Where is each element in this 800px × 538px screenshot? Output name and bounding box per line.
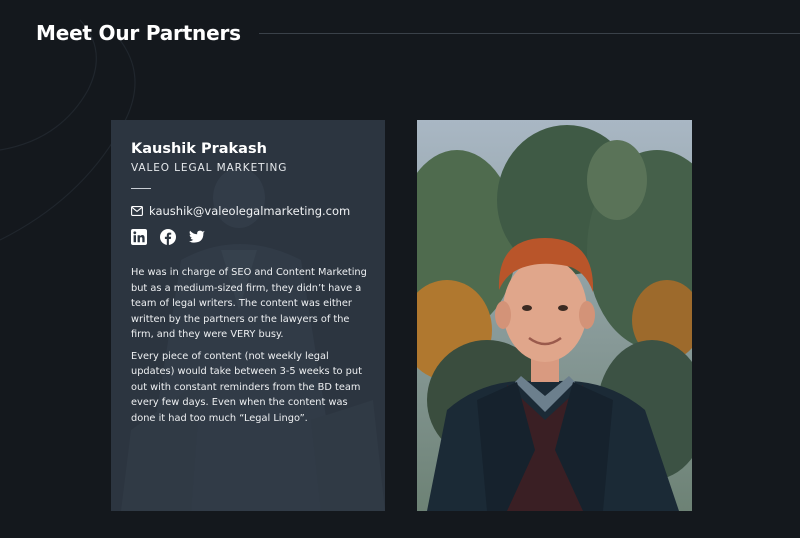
section-title: Meet Our Partners: [36, 21, 241, 45]
linkedin-icon[interactable]: [131, 229, 147, 245]
email-text: kaushik@valeolegalmarketing.com: [149, 204, 351, 218]
bio-paragraph: He was in charge of SEO and Content Mark…: [131, 267, 367, 340]
partner-photo-illustration: [417, 120, 692, 511]
social-links: [131, 229, 371, 246]
section-header: Meet Our Partners: [36, 18, 800, 48]
card-divider: [131, 188, 151, 189]
partner-company: VALEO LEGAL MARKETING: [131, 162, 288, 174]
partner-bio: He was in charge of SEO and Content Mark…: [131, 265, 371, 426]
header-divider: [258, 32, 800, 34]
envelope-icon: [131, 206, 143, 216]
bio-paragraph: Every piece of content (not weekly legal…: [131, 350, 362, 424]
email-link[interactable]: kaushik@valeolegalmarketing.com: [131, 203, 371, 219]
partner-photo: [417, 120, 692, 511]
twitter-icon[interactable]: [189, 229, 205, 245]
partner-card-content: Kaushik Prakash VALEO LEGAL MARKETING ka…: [131, 140, 371, 432]
partner-name: Kaushik Prakash: [131, 141, 267, 157]
facebook-icon[interactable]: [160, 229, 176, 245]
partner-card: Kaushik Prakash VALEO LEGAL MARKETING ka…: [111, 120, 385, 511]
